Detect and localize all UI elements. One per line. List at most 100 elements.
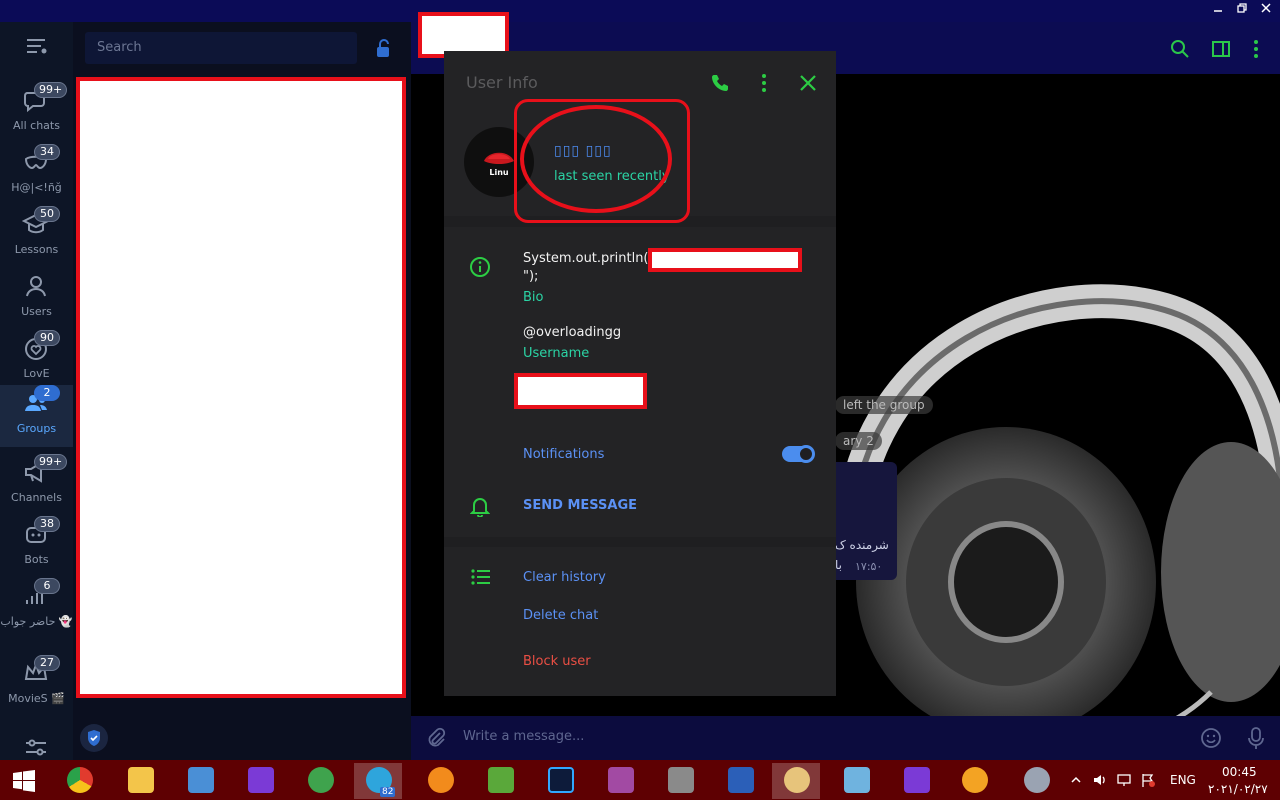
folder-users[interactable]: Users xyxy=(0,268,73,330)
phone-icon[interactable] xyxy=(710,73,730,93)
computer-icon xyxy=(188,767,214,793)
taskbar-firewall[interactable] xyxy=(656,763,704,799)
restore-icon xyxy=(1237,3,1247,13)
taskbar-chrome[interactable] xyxy=(56,763,104,799)
hamburger-menu-icon[interactable] xyxy=(24,36,48,56)
search-input[interactable]: Search xyxy=(85,32,357,64)
sliders-icon[interactable] xyxy=(24,738,48,758)
notification-flag-icon[interactable] xyxy=(1140,772,1156,788)
minimize-button[interactable] xyxy=(1208,2,1228,20)
windows-taskbar: 82 ENG 00:45 ۲۰۲۱/۰۲/۲۷ xyxy=(0,760,1280,800)
taskbar-download-manager[interactable] xyxy=(296,763,344,799)
bio-label: Bio xyxy=(523,290,544,305)
notifications-label: Notifications xyxy=(523,447,605,462)
pie-icon xyxy=(962,767,988,793)
camtasia-icon xyxy=(488,767,514,793)
proxy-button[interactable] xyxy=(80,724,108,752)
actions-section: Clear history Delete chat Block user xyxy=(444,547,836,696)
profile-section: User Info Linu ▯▯▯ ▯▯▯ last seen recentl… xyxy=(444,51,836,223)
taskbar-fl-studio[interactable] xyxy=(416,763,464,799)
folder-hacking[interactable]: 34 H@|<!ñğ xyxy=(0,144,73,206)
notifications-toggle[interactable] xyxy=(782,445,815,463)
folder-quick-reply[interactable]: 6 حاضر جواب 👻 xyxy=(0,578,73,640)
folder-love[interactable]: 90 LovE xyxy=(0,330,73,392)
folder-label: H@|<!ñğ xyxy=(11,181,62,194)
window-titlebar xyxy=(0,0,1280,22)
visual-studio-icon xyxy=(248,767,274,793)
message-bubble[interactable]: شرمنده ک با ۱۷:۵۰ xyxy=(835,462,897,580)
headphones-wallpaper xyxy=(834,284,1280,753)
taskbar-visual-studio[interactable] xyxy=(236,763,284,799)
minimize-icon xyxy=(1214,10,1222,12)
username-label: Username xyxy=(523,346,590,361)
sidebar-toggle-icon[interactable] xyxy=(1210,38,1232,60)
archive-icon xyxy=(608,767,634,793)
message-composer: Write a message... xyxy=(411,716,1280,760)
more-vertical-icon[interactable] xyxy=(1245,38,1267,60)
user-icon xyxy=(26,276,46,297)
language-indicator[interactable]: ENG xyxy=(1170,773,1196,800)
taskbar-winrar[interactable] xyxy=(596,763,644,799)
unread-badge: 27 xyxy=(34,655,60,671)
chevron-up-icon[interactable] xyxy=(1070,774,1082,786)
taskbar-file-explorer[interactable] xyxy=(116,763,164,799)
block-user-button[interactable]: Block user xyxy=(523,654,591,669)
folder-groups[interactable]: 2 Groups xyxy=(0,385,73,447)
folder-all-chats[interactable]: 99+ All chats xyxy=(0,82,73,144)
attach-icon[interactable] xyxy=(425,727,447,749)
search-icon[interactable] xyxy=(1169,38,1191,60)
folder-channels[interactable]: 99+ Channels xyxy=(0,454,73,516)
unread-badge: 99+ xyxy=(34,82,68,98)
taskbar-photoshop[interactable] xyxy=(536,763,584,799)
desktop: 99+ All chats 34 H@|<!ñğ 50 Lessons User… xyxy=(0,0,1280,800)
wall-icon xyxy=(668,767,694,793)
username-text[interactable]: @overloadingg xyxy=(523,325,621,340)
volume-icon[interactable] xyxy=(1092,772,1108,788)
message-time: ۱۷:۵۰ xyxy=(855,560,883,573)
fruit-icon xyxy=(428,767,454,793)
folder-icon xyxy=(128,767,154,793)
taskbar-powerpoint[interactable] xyxy=(950,763,998,799)
folder-label: Groups xyxy=(16,422,57,435)
message-input[interactable]: Write a message... xyxy=(463,729,584,744)
network-icon[interactable] xyxy=(1116,772,1132,788)
info-icon xyxy=(470,257,490,277)
folder-bots[interactable]: 38 Bots xyxy=(0,516,73,578)
word-icon xyxy=(728,767,754,793)
unread-badge: 90 xyxy=(34,330,60,346)
folder-lessons[interactable]: 50 Lessons xyxy=(0,206,73,268)
maximize-button[interactable] xyxy=(1232,2,1252,20)
taskbar-word[interactable] xyxy=(716,763,764,799)
close-icon xyxy=(1261,3,1271,13)
unread-badge: 99+ xyxy=(34,454,68,470)
folder-label: Lessons xyxy=(14,243,59,256)
taskbar-badge: 82 xyxy=(380,787,396,797)
notepad-icon xyxy=(844,767,870,793)
folder-label: MovieS 🎬 xyxy=(8,692,65,705)
palette-icon xyxy=(784,767,810,793)
taskbar-media-player[interactable] xyxy=(1012,763,1060,799)
emoji-icon[interactable] xyxy=(1200,727,1222,749)
folder-movies[interactable]: 27 MovieS 🎬 xyxy=(0,655,73,717)
folder-label: LovE xyxy=(23,367,50,380)
folder-label: Users xyxy=(21,305,52,318)
taskbar-notepad[interactable] xyxy=(832,763,880,799)
lock-icon[interactable] xyxy=(372,36,396,60)
more-vertical-icon[interactable] xyxy=(754,73,774,93)
taskbar-telegram[interactable]: 82 xyxy=(354,763,402,799)
send-message-button[interactable]: SEND MESSAGE xyxy=(523,498,637,513)
close-window-button[interactable] xyxy=(1256,2,1276,20)
delete-chat-button[interactable]: Delete chat xyxy=(523,608,598,623)
close-icon[interactable] xyxy=(798,73,818,93)
taskbar-paint[interactable] xyxy=(772,763,820,799)
folders-sidebar: 99+ All chats 34 H@|<!ñğ 50 Lessons User… xyxy=(0,22,73,760)
taskbar-camtasia[interactable] xyxy=(476,763,524,799)
folder-label: All chats xyxy=(13,119,60,132)
clear-history-button[interactable]: Clear history xyxy=(523,570,606,585)
toggle-knob xyxy=(797,445,815,463)
bio-text-continued: "); xyxy=(523,269,539,284)
microphone-icon[interactable] xyxy=(1245,726,1267,750)
taskbar-keyboard-app[interactable] xyxy=(176,763,224,799)
taskbar-onenote[interactable] xyxy=(892,763,940,799)
windows-start-icon[interactable] xyxy=(12,769,36,793)
